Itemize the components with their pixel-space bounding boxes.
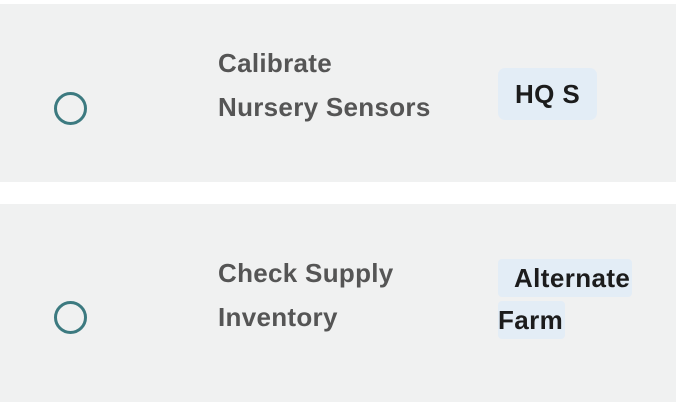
task-title[interactable]: Calibrate Nursery Sensors: [218, 41, 458, 129]
task-title[interactable]: Check Supply Inventory: [218, 251, 458, 339]
task-title-line: Inventory: [218, 302, 338, 332]
task-row: Calibrate Nursery Sensors HQ S: [0, 4, 676, 182]
task-complete-checkbox[interactable]: [54, 92, 87, 125]
task-list: Calibrate Nursery Sensors HQ S Check Sup…: [0, 0, 676, 402]
task-title-line: Calibrate: [218, 48, 332, 78]
location-tag-line: Alternate: [498, 259, 633, 297]
task-title-line: Check Supply: [218, 258, 394, 288]
task-title-line: Nursery Sensors: [218, 92, 431, 122]
location-tag-line: Farm: [498, 301, 566, 339]
location-tag[interactable]: HQ S: [498, 68, 598, 120]
location-tag[interactable]: Alternate Farm: [498, 257, 658, 341]
task-row: Check Supply Inventory Alternate Farm: [0, 204, 676, 402]
task-complete-checkbox[interactable]: [54, 301, 87, 334]
